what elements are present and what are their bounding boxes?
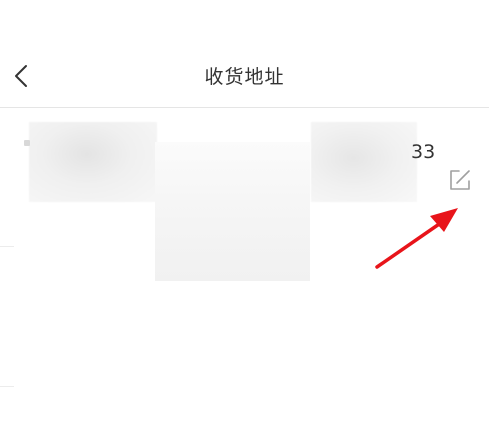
edit-icon (450, 170, 470, 190)
phone-number-suffix: 33 (411, 141, 436, 163)
address-list-page: 收货地址 33 (0, 0, 489, 430)
divider-fragment (0, 386, 14, 387)
page-title: 收货地址 (204, 66, 285, 88)
edit-address-button[interactable] (446, 166, 474, 194)
name-text-fragment (24, 140, 30, 146)
navigation-bar: 收货地址 (0, 0, 489, 108)
redacted-address-detail (155, 142, 310, 281)
divider-fragment (0, 246, 14, 247)
redacted-recipient-name (29, 122, 157, 202)
redacted-phone-number (311, 122, 417, 202)
